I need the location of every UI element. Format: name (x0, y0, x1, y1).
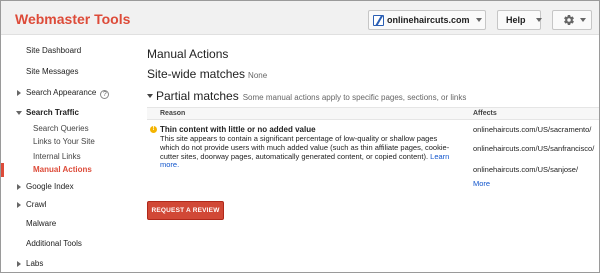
page-title: Manual Actions (147, 47, 229, 61)
affected-url: onlinehaircuts.com/US/sanfrancisco/ (473, 144, 595, 153)
sidebar-item-search-traffic[interactable]: Search Traffic (26, 108, 79, 117)
reason-title: Thin content with little or no added val… (160, 125, 316, 134)
sidebar-item-manual-actions[interactable]: Manual Actions (33, 165, 92, 174)
column-header-reason: Reason (160, 110, 186, 117)
help-button[interactable]: Help (497, 10, 542, 30)
reason-body-text: This site appears to contain a significa… (160, 134, 450, 161)
chevron-down-icon (475, 18, 482, 22)
gear-icon (564, 15, 574, 25)
help-icon[interactable]: ? (100, 90, 110, 99)
app-title[interactable]: Webmaster Tools (15, 11, 130, 27)
sidebar-item-search-queries[interactable]: Search Queries (33, 124, 89, 133)
expand-arrow-icon[interactable] (17, 261, 21, 267)
sitewide-matches-heading: Site-wide matches None (147, 67, 267, 81)
sidebar-nav: Site Dashboard Site Messages Search Appe… (1, 36, 135, 272)
top-header: Webmaster Tools onlinehaircuts.com Help (1, 1, 599, 35)
help-button-label: Help (506, 15, 526, 25)
site-selector-label: onlinehaircuts.com (387, 15, 470, 25)
site-selector[interactable]: onlinehaircuts.com (368, 10, 486, 30)
more-link[interactable]: More (473, 179, 490, 188)
partial-matches-description: Some manual actions apply to specific pa… (242, 93, 467, 102)
sitewide-matches-label: Site-wide matches (147, 67, 246, 81)
sidebar-item-additional-tools[interactable]: Additional Tools (26, 239, 82, 248)
site-favicon-icon (373, 14, 384, 26)
expand-arrow-icon[interactable] (17, 90, 21, 96)
sidebar-item-site-messages[interactable]: Site Messages (26, 67, 78, 76)
affected-url: onlinehaircuts.com/US/sacramento/ (473, 125, 592, 134)
expand-arrow-icon[interactable] (17, 184, 21, 190)
settings-button[interactable] (552, 10, 592, 30)
sidebar-item-crawl[interactable]: Crawl (26, 200, 46, 209)
request-review-button[interactable]: REQUEST A REVIEW (147, 201, 224, 220)
warning-icon: ! (150, 126, 157, 133)
affected-url: onlinehaircuts.com/US/sanjose/ (473, 165, 579, 174)
collapse-arrow-icon[interactable] (16, 111, 22, 115)
table-header: Reason Affects (147, 107, 599, 120)
column-header-affects: Affects (473, 110, 497, 117)
sidebar-item-label: Search Appearance (26, 88, 97, 97)
partial-matches-label: Partial matches (156, 89, 239, 103)
partial-matches-heading[interactable]: Partial matches Some manual actions appl… (147, 89, 466, 103)
sidebar-item-site-dashboard[interactable]: Site Dashboard (26, 46, 81, 55)
collapse-arrow-icon[interactable] (147, 94, 153, 98)
sitewide-matches-value: None (248, 71, 268, 80)
sidebar-item-links-to-your-site[interactable]: Links to Your Site (33, 137, 95, 146)
sidebar-item-labs[interactable]: Labs (26, 259, 43, 268)
reason-description: This site appears to contain a significa… (160, 134, 453, 170)
active-item-indicator (1, 163, 4, 177)
sidebar-item-internal-links[interactable]: Internal Links (33, 152, 81, 161)
expand-arrow-icon[interactable] (17, 202, 21, 208)
chevron-down-icon (580, 18, 586, 22)
chevron-down-icon (535, 18, 542, 22)
sidebar-item-google-index[interactable]: Google Index (26, 182, 74, 191)
sidebar-item-search-appearance[interactable]: Search Appearance? (26, 88, 110, 99)
sidebar-item-malware[interactable]: Malware (26, 219, 56, 228)
